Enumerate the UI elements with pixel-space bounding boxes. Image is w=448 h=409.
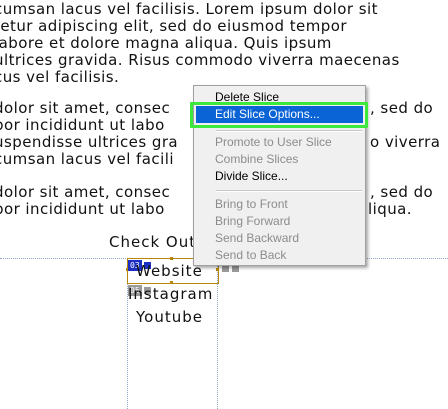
menu-item-combine-slices[interactable]: Combine Slices (196, 151, 363, 168)
check-out-heading: Check Out (109, 233, 197, 251)
paragraph-tail: o viverra (370, 133, 441, 151)
paragraph-line: tetur adipiscing elit, sed do eiusmod te… (0, 17, 347, 35)
menu-item-send-to-back[interactable]: Send to Back (196, 247, 363, 264)
slice-handle[interactable] (170, 257, 173, 260)
menu-item-bring-to-front[interactable]: Bring to Front (196, 196, 363, 213)
list-item-instagram[interactable]: Instagram (128, 285, 213, 303)
paragraph-tail: , sed do (370, 183, 434, 201)
paragraph-line: cumsan lacus vel facilisis. Lorem ipsum … (0, 0, 378, 18)
paragraph-line: dolor sit amet, consec (0, 183, 171, 201)
paragraph-line: labore et dolore magna aliqua. Quis ipsu… (0, 34, 332, 52)
paragraph-line: cumsan lacus vel facili (0, 150, 174, 168)
paragraph-line: uspendisse ultrices gra (0, 133, 179, 151)
body-paragraph-3: dolor sit amet, consec por incididunt ut… (0, 184, 170, 218)
body-paragraph-2: dolor sit amet, consec por incididunt ut… (0, 100, 178, 168)
paragraph-line: ultrices gravida. Risus commodo viverra … (0, 51, 400, 69)
paragraph-line: por incididunt ut labo (0, 116, 165, 134)
paragraph-line: cus vel facilisis. (0, 68, 120, 86)
body-paragraph-1: cumsan lacus vel facilisis. Lorem ipsum … (0, 1, 400, 86)
slice-handle[interactable] (170, 281, 173, 284)
paragraph-line: por incididunt ut labo (0, 200, 165, 218)
menu-separator (216, 190, 362, 192)
document-canvas[interactable]: cumsan lacus vel facilisis. Lorem ipsum … (0, 0, 448, 409)
menu-item-promote-to-user-slice[interactable]: Promote to User Slice (196, 134, 363, 151)
list-item-youtube[interactable]: Youtube (136, 308, 203, 326)
menu-item-divide-slice[interactable]: Divide Slice... (196, 168, 363, 185)
paragraph-line: dolor sit amet, consec (0, 99, 171, 117)
menu-item-bring-forward[interactable]: Bring Forward (196, 213, 363, 230)
paragraph-tail: liqua. (368, 200, 413, 218)
highlight-annotation-ring (190, 102, 368, 128)
menu-item-send-backward[interactable]: Send Backward (196, 230, 363, 247)
paragraph-tail: , sed do (370, 99, 434, 117)
menu-separator (216, 130, 362, 132)
slice-handle[interactable] (216, 268, 219, 271)
